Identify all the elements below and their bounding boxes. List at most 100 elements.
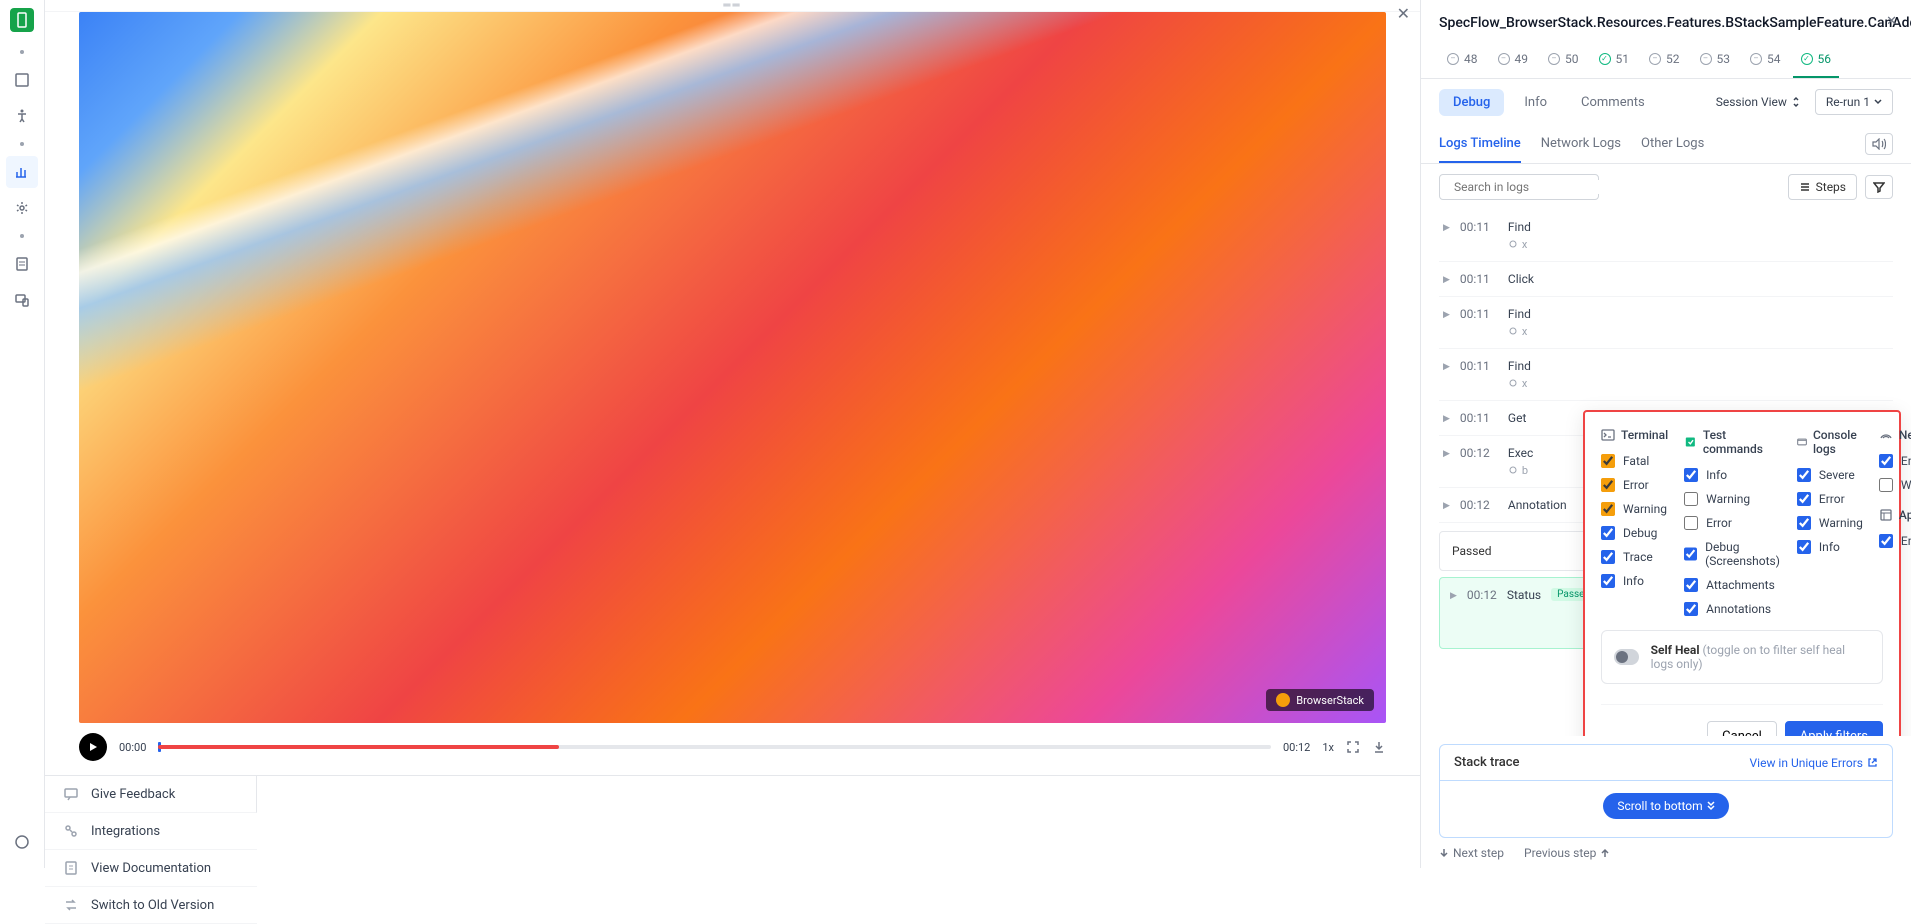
tab-debug[interactable]: Debug — [1439, 89, 1504, 116]
sidebar-item-reports[interactable] — [6, 248, 38, 280]
feedback-icon — [63, 786, 79, 802]
run-tab-49[interactable]: –49 — [1490, 46, 1537, 78]
log-text: Click — [1508, 272, 1889, 286]
chk-tc-attachments[interactable]: Attachments — [1684, 578, 1781, 592]
logs-list: ▶00:11Find x▶00:11Click▶00:11Find x▶00:1… — [1421, 210, 1911, 736]
run-id: 54 — [1767, 52, 1781, 66]
log-row[interactable]: ▶00:11Find x — [1439, 349, 1893, 401]
caret-icon: ▶ — [1443, 362, 1450, 372]
search-logs-input[interactable] — [1439, 174, 1599, 200]
target-icon — [1508, 378, 1518, 388]
filter-group-terminal: Terminal — [1601, 428, 1668, 442]
chk-terminal-info[interactable]: Info — [1601, 574, 1668, 588]
chk-terminal-error[interactable]: Error — [1601, 478, 1668, 492]
rerun-dropdown[interactable]: Re-run 1 — [1815, 89, 1893, 115]
details-panel: SpecFlow_BrowserStack.Resources.Features… — [1421, 0, 1911, 868]
network-icon — [1879, 428, 1893, 442]
log-text: Find x — [1508, 220, 1889, 251]
chk-console-warning[interactable]: Warning — [1797, 516, 1863, 530]
target-icon — [1508, 239, 1518, 249]
next-step-button[interactable]: Next step — [1439, 846, 1504, 860]
session-video[interactable]: BrowserStack — [79, 12, 1386, 723]
chk-tc-error[interactable]: Error — [1684, 516, 1781, 530]
progress-bar[interactable] — [158, 745, 1271, 749]
log-timestamp: 00:12 — [1460, 446, 1498, 460]
sort-icon — [1791, 96, 1801, 108]
apply-filters-button[interactable]: Apply filters — [1785, 721, 1883, 736]
chk-tc-info[interactable]: Info — [1684, 468, 1781, 482]
close-main-button[interactable]: ✕ — [1397, 4, 1410, 23]
chk-console-error[interactable]: Error — [1797, 492, 1863, 506]
badge-label: BrowserStack — [1296, 694, 1364, 707]
volume-button[interactable] — [1865, 133, 1893, 155]
chk-tc-warning[interactable]: Warning — [1684, 492, 1781, 506]
fullscreen-icon[interactable] — [1346, 740, 1360, 754]
run-tab-48[interactable]: –48 — [1439, 46, 1486, 78]
chk-terminal-fatal[interactable]: Fatal — [1601, 454, 1668, 468]
filter-button[interactable] — [1865, 175, 1893, 199]
chk-console-severe[interactable]: Severe — [1797, 468, 1863, 482]
chk-tc-annotations[interactable]: Annotations — [1684, 602, 1781, 616]
browserstack-badge: BrowserStack — [1266, 689, 1374, 711]
chk-network-warning[interactable]: Warning — [1879, 478, 1911, 492]
close-panel-button[interactable]: ✕ — [1886, 14, 1897, 29]
chk-network-error[interactable]: Error — [1879, 454, 1911, 468]
run-tab-50[interactable]: –50 — [1540, 46, 1587, 78]
sidebar-item-analytics[interactable] — [6, 156, 38, 188]
steps-button[interactable]: Steps — [1788, 174, 1857, 200]
session-view-toggle[interactable]: Session View — [1716, 95, 1801, 109]
caret-icon: ▶ — [1450, 591, 1457, 601]
run-tab-54[interactable]: –54 — [1742, 46, 1789, 78]
scroll-to-bottom-button[interactable]: Scroll to bottom — [1603, 793, 1728, 819]
chevron-down-icon — [1874, 98, 1882, 106]
previous-step-button[interactable]: Previous step — [1524, 846, 1610, 860]
step-navigation: Next step Previous step — [1421, 838, 1911, 868]
menu-documentation[interactable]: View Documentation — [45, 850, 257, 887]
sidebar-item-builds[interactable] — [6, 64, 38, 96]
status-icon: ✓ — [1801, 53, 1813, 65]
cancel-button[interactable]: Cancel — [1707, 721, 1777, 736]
run-tab-56[interactable]: ✓56 — [1793, 46, 1840, 78]
log-row[interactable]: ▶00:11Find x — [1439, 210, 1893, 262]
run-id: 49 — [1515, 52, 1529, 66]
run-tab-51[interactable]: ✓51 — [1591, 46, 1638, 78]
tab-logs-timeline[interactable]: Logs Timeline — [1439, 126, 1521, 163]
run-tab-53[interactable]: –53 — [1692, 46, 1739, 78]
status-icon: – — [1649, 53, 1661, 65]
menu-old-version[interactable]: Switch to Old Version — [45, 887, 257, 924]
terminal-icon — [1601, 428, 1615, 442]
chk-terminal-trace[interactable]: Trace — [1601, 550, 1668, 564]
chk-console-info[interactable]: Info — [1797, 540, 1863, 554]
logo[interactable] — [10, 8, 34, 32]
menu-integrations[interactable]: Integrations — [45, 813, 257, 850]
run-tab-52[interactable]: –52 — [1641, 46, 1688, 78]
sidebar-separator — [20, 142, 24, 146]
chk-tc-debug-screenshots[interactable]: Debug (Screenshots) — [1684, 540, 1781, 568]
run-id: 53 — [1717, 52, 1731, 66]
view-unique-errors-link[interactable]: View in Unique Errors — [1750, 756, 1878, 770]
download-icon[interactable] — [1372, 740, 1386, 754]
log-row[interactable]: ▶00:11Find x — [1439, 297, 1893, 349]
tab-comments[interactable]: Comments — [1567, 89, 1659, 116]
caret-icon: ▶ — [1443, 223, 1450, 233]
play-button[interactable] — [79, 733, 107, 761]
run-tabs: –48–49–50✓51–52–53–54✓56 — [1421, 34, 1911, 79]
log-row[interactable]: ▶00:11Click — [1439, 262, 1893, 297]
steps-icon — [1799, 181, 1811, 193]
speed-button[interactable]: 1x — [1322, 741, 1334, 754]
sidebar-item-settings[interactable] — [6, 192, 38, 224]
sidebar-item-help[interactable] — [6, 826, 38, 858]
self-heal-toggle[interactable] — [1614, 649, 1639, 665]
menu-give-feedback[interactable]: Give Feedback — [45, 776, 257, 813]
sidebar-item-devices[interactable] — [6, 284, 38, 316]
self-heal-label: Self Heal — [1651, 643, 1700, 657]
sidebar-item-accessibility[interactable] — [6, 100, 38, 132]
tab-info[interactable]: Info — [1510, 89, 1561, 116]
chk-app-error[interactable]: Error — [1879, 534, 1911, 548]
tab-network-logs[interactable]: Network Logs — [1541, 126, 1621, 163]
chk-terminal-warning[interactable]: Warning — [1601, 502, 1668, 516]
chk-terminal-debug[interactable]: Debug — [1601, 526, 1668, 540]
run-id: 48 — [1464, 52, 1478, 66]
tab-other-logs[interactable]: Other Logs — [1641, 126, 1704, 163]
drag-handle-icon[interactable]: ══ — [723, 0, 741, 11]
